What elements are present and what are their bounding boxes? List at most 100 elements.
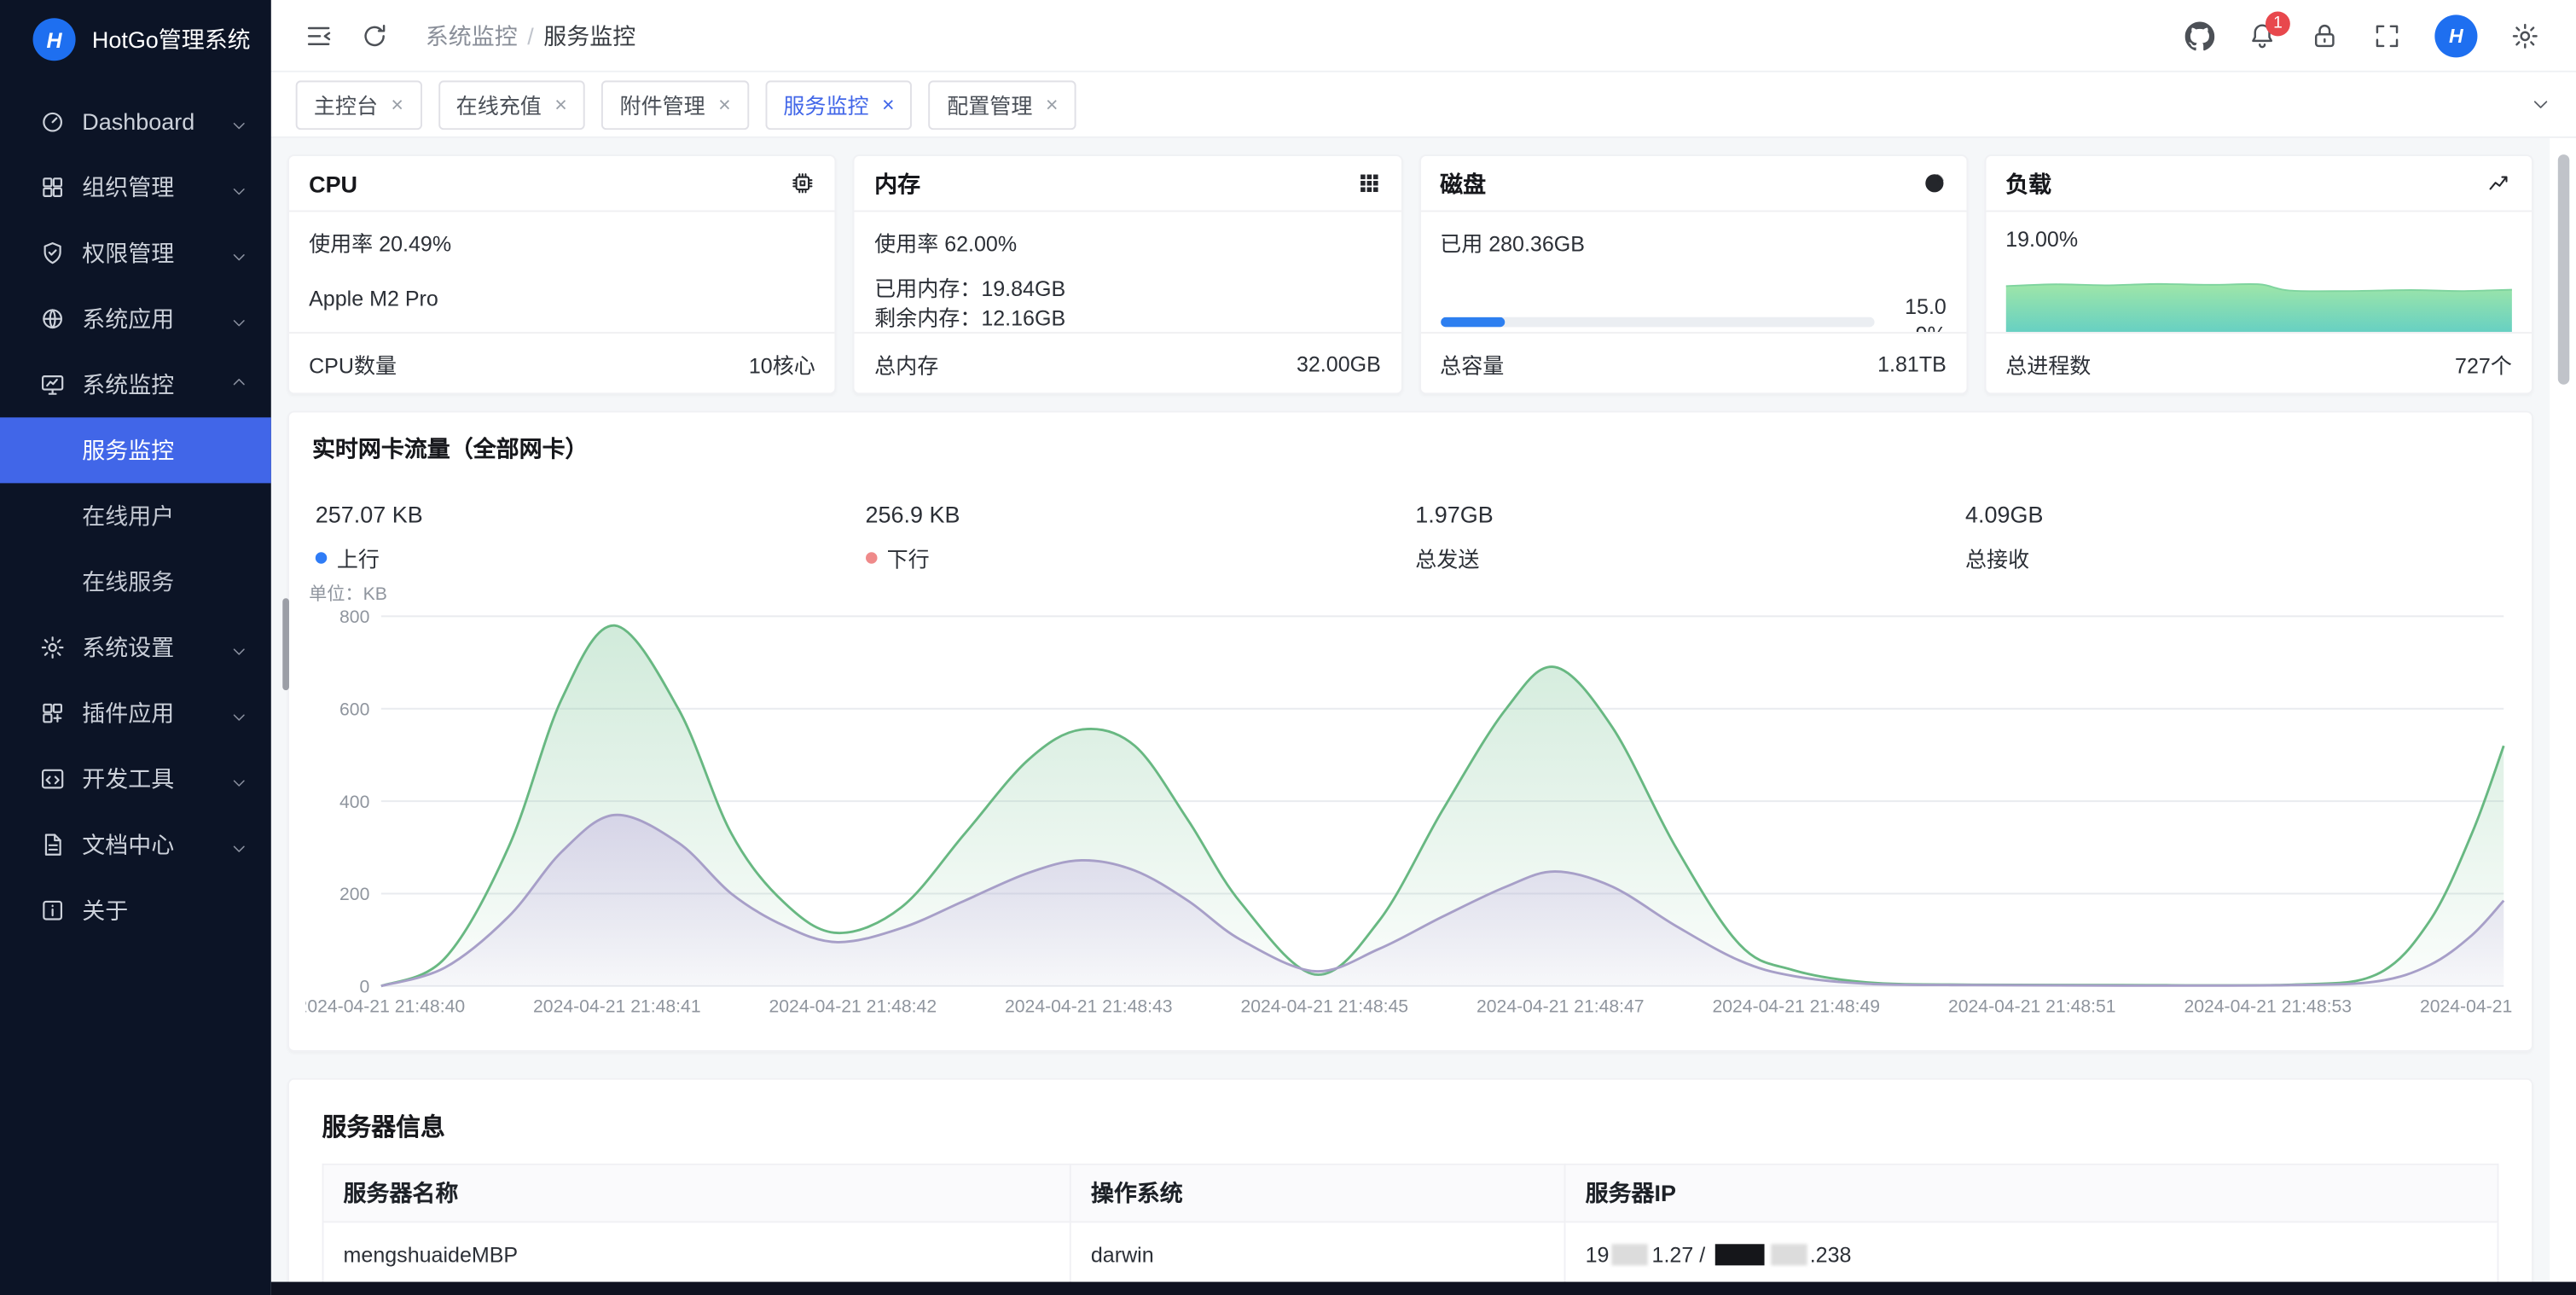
avatar[interactable]: H xyxy=(2434,14,2477,56)
tabs: 主控台×在线充值×附件管理×服务监控×配置管理× xyxy=(296,79,1076,129)
net-stat-value: 256.9 KB xyxy=(866,502,1416,528)
sidebar-logo[interactable]: H HotGo管理系统 xyxy=(0,0,271,78)
tab-close-icon[interactable]: × xyxy=(718,94,731,115)
tab-label: 在线充值 xyxy=(456,89,542,120)
tab-close-icon[interactable]: × xyxy=(882,94,895,115)
svg-text:200: 200 xyxy=(339,885,369,904)
tab-label: 主控台 xyxy=(314,89,378,120)
stat-cards-row: CPU 使用率 20.49% Apple M2 Pro CPU数量 10核心 内… xyxy=(287,154,2533,394)
tabbar-dropdown-button[interactable] xyxy=(2514,78,2567,131)
sidebar-item-label: 系统监控 xyxy=(82,369,174,402)
disk-progress-fill xyxy=(1440,317,1506,328)
lock-icon[interactable] xyxy=(2310,20,2340,50)
tab-close-icon[interactable]: × xyxy=(554,94,567,115)
sidebar-item-1[interactable]: 组织管理 xyxy=(0,154,271,220)
tab-2[interactable]: 附件管理 × xyxy=(601,79,749,129)
svg-text:2024-04-21 21:48:51: 2024-04-21 21:48:51 xyxy=(1948,997,2116,1017)
tab-4[interactable]: 配置管理 × xyxy=(929,79,1076,129)
net-stat-label: 下行 xyxy=(866,543,1416,574)
memory-card-title: 内存 xyxy=(874,167,920,200)
monitor-icon xyxy=(39,371,66,398)
disk-card: 磁盘 已用 280.36GB 15.09% 总容量 1.81TB xyxy=(1419,154,1968,394)
sidebar-item-5[interactable]: 系统设置 xyxy=(0,614,271,680)
disk-card-footer: 总容量 1.81TB xyxy=(1420,332,1966,392)
docs-icon xyxy=(39,832,66,858)
sidebar-subitem-4-1[interactable]: 在线用户 xyxy=(0,483,271,549)
shield-icon xyxy=(39,240,66,266)
memory-footer-value: 32.00GB xyxy=(1297,351,1381,375)
disk-footer-label: 总容量 xyxy=(1440,347,1504,379)
refresh-icon[interactable] xyxy=(360,20,390,50)
server-table-row: mengshuaideMBPdarwin191.27 / .238 xyxy=(322,1222,2498,1287)
chevron-down-icon xyxy=(230,836,248,854)
tab-close-icon[interactable]: × xyxy=(1046,94,1059,115)
chevron-down-icon xyxy=(230,310,248,328)
sidebar-item-3[interactable]: 系统应用 xyxy=(0,286,271,351)
tab-label: 附件管理 xyxy=(620,89,705,120)
sidebar-item-label: 权限管理 xyxy=(82,236,174,270)
server-table-header-row: 服务器名称操作系统服务器IP xyxy=(322,1164,2498,1222)
network-card-title: 实时网卡流量（全部网卡） xyxy=(305,433,2515,466)
topbar: 系统监控/服务监控 1 H xyxy=(271,0,2576,73)
server-col-header-0: 服务器名称 xyxy=(322,1164,1070,1222)
breadcrumb-page: 服务监控 xyxy=(543,22,635,49)
cpu-footer-label: CPU数量 xyxy=(309,347,397,379)
chevron-down-icon xyxy=(230,178,248,196)
ip-text: .238 xyxy=(1810,1242,1852,1267)
server-os-cell: darwin xyxy=(1070,1222,1565,1287)
sidebar-item-2[interactable]: 权限管理 xyxy=(0,220,271,286)
sidebar-subitem-4-2[interactable]: 在线服务 xyxy=(0,549,271,614)
tab-0[interactable]: 主控台 × xyxy=(296,79,422,129)
tab-1[interactable]: 在线充值 × xyxy=(438,79,585,129)
svg-text:2024-04-21 21:48:45: 2024-04-21 21:48:45 xyxy=(1241,997,1409,1017)
sidebar-item-0[interactable]: Dashboard xyxy=(0,89,271,154)
sidebar-item-7[interactable]: 开发工具 xyxy=(0,746,271,812)
ip-redaction xyxy=(1770,1244,1806,1265)
svg-text:2024-04-21 21:48:43: 2024-04-21 21:48:43 xyxy=(1005,997,1173,1017)
sidebar-item-label: 文档中心 xyxy=(82,828,174,862)
gear-icon xyxy=(39,635,66,661)
breadcrumb: 系统监控/服务监控 xyxy=(426,19,635,52)
svg-text:2024-04-21 21:48:40: 2024-04-21 21:48:40 xyxy=(305,997,465,1017)
notification-badge: 1 xyxy=(2266,11,2290,36)
github-icon[interactable] xyxy=(2185,20,2215,50)
ip-text: 19 xyxy=(1586,1242,1610,1267)
app-root: H HotGo管理系统 Dashboard组织管理权限管理系统应用系统监控服务监… xyxy=(0,0,2576,1295)
sidebar-item-label: 关于 xyxy=(82,894,128,927)
sidebar-item-label: 系统设置 xyxy=(82,631,174,665)
cpu-footer-value: 10核心 xyxy=(749,347,815,379)
org-icon xyxy=(39,174,66,200)
app-title: HotGo管理系统 xyxy=(92,23,251,56)
svg-text:2024-04-21 21:48:42: 2024-04-21 21:48:42 xyxy=(769,997,937,1017)
tab-label: 配置管理 xyxy=(947,89,1032,120)
bottom-strip xyxy=(271,1282,2576,1295)
tab-3[interactable]: 服务监控× xyxy=(765,79,913,129)
load-footer-value: 727个 xyxy=(2455,347,2512,379)
memory-used: 已用内存：19.84GB xyxy=(874,275,1381,305)
chevron-down-icon xyxy=(230,638,248,656)
collapse-sidebar-icon[interactable] xyxy=(304,20,334,50)
inner-scrollbar-thumb[interactable] xyxy=(282,598,289,690)
vertical-scrollbar-thumb[interactable] xyxy=(2558,154,2569,385)
load-card-body: 19.00% xyxy=(1986,212,2532,333)
svg-text:2024-04-21 21:48:47: 2024-04-21 21:48:47 xyxy=(1477,997,1645,1017)
info-icon xyxy=(39,897,66,924)
ip-text: 1.27 / xyxy=(1652,1242,1712,1267)
svg-text:单位：KB: 单位：KB xyxy=(309,584,387,604)
sidebar-item-6[interactable]: 插件应用 xyxy=(0,681,271,746)
sidebar-item-9[interactable]: 关于 xyxy=(0,878,271,944)
dashboard-icon xyxy=(39,108,66,135)
memory-card: 内存 使用率 62.00% 已用内存：19.84GB 剩余内存：12.16GB … xyxy=(853,154,1402,394)
settings-gear-icon[interactable] xyxy=(2510,20,2540,50)
fullscreen-icon[interactable] xyxy=(2372,20,2402,50)
notifications-button[interactable]: 1 xyxy=(2248,20,2277,50)
sidebar-item-8[interactable]: 文档中心 xyxy=(0,812,271,878)
disk-progress: 15.09% xyxy=(1440,294,1947,332)
sidebar-item-label: 插件应用 xyxy=(82,697,174,730)
tab-close-icon[interactable]: × xyxy=(391,94,403,115)
sidebar-subitem-4-0[interactable]: 服务监控 xyxy=(0,417,271,483)
cpu-chip-icon xyxy=(791,171,815,195)
sidebar-item-4[interactable]: 系统监控 xyxy=(0,351,271,417)
net-stat-value: 257.07 KB xyxy=(316,502,866,528)
breadcrumb-section: 系统监控 xyxy=(426,22,518,49)
